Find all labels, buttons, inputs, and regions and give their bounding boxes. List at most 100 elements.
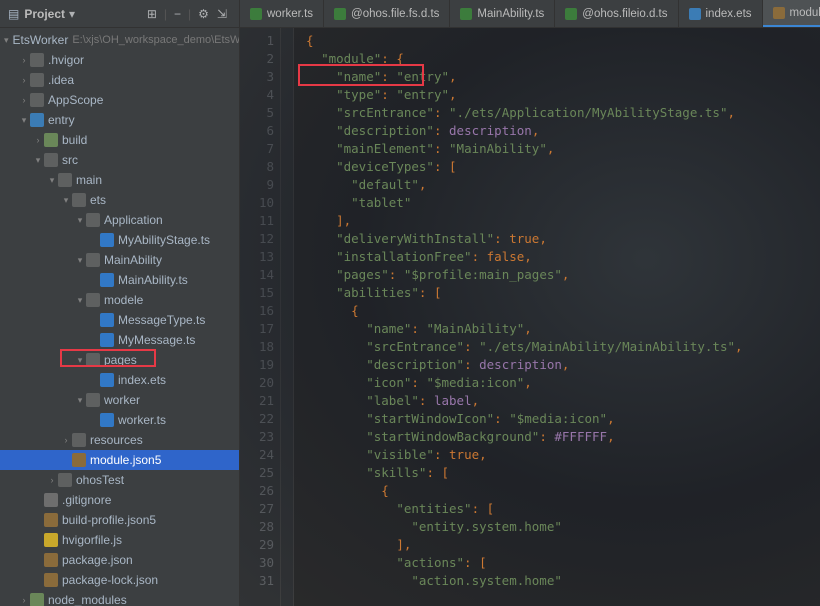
code-line-30[interactable]: "actions": [: [306, 554, 820, 572]
expand-arrow-icon[interactable]: ▾: [74, 355, 86, 366]
tree-node-module-json5[interactable]: module.json5: [0, 450, 239, 470]
project-dropdown-icon[interactable]: ▾: [65, 7, 79, 21]
editor-area[interactable]: 1234567891011121314151617181920212223242…: [240, 28, 820, 606]
tree-node-ets[interactable]: ▾ets: [0, 190, 239, 210]
tree-node-build-profile-json5[interactable]: build-profile.json5: [0, 510, 239, 530]
code-line-26[interactable]: {: [306, 482, 820, 500]
tree-node-mainability-ts[interactable]: MainAbility.ts: [0, 270, 239, 290]
expand-arrow-icon[interactable]: ›: [18, 95, 30, 105]
tree-node-ohostest[interactable]: ›ohosTest: [0, 470, 239, 490]
expand-arrow-icon[interactable]: ›: [18, 55, 30, 65]
tree-node-src[interactable]: ▾ src: [0, 150, 239, 170]
code-line-14[interactable]: "pages": "$profile:main_pages",: [306, 266, 820, 284]
tree-node-application[interactable]: ▾Application: [0, 210, 239, 230]
editor-tab-0[interactable]: worker.ts: [240, 0, 324, 27]
code-line-18[interactable]: "srcEntrance": "./ets/MainAbility/MainAb…: [306, 338, 820, 356]
code-line-2[interactable]: "module": {: [306, 50, 820, 68]
editor-tab-5[interactable]: module.json5: [763, 0, 820, 27]
code-line-20[interactable]: "icon": "$media:icon",: [306, 374, 820, 392]
tab-label: @ohos.fileio.d.ts: [582, 8, 667, 20]
code-line-24[interactable]: "visible": true,: [306, 446, 820, 464]
code-line-8[interactable]: "deviceTypes": [: [306, 158, 820, 176]
code-line-25[interactable]: "skills": [: [306, 464, 820, 482]
code-line-4[interactable]: "type": "entry",: [306, 86, 820, 104]
project-tree[interactable]: ▾EtsWorkerE:\xjs\OH_workspace_demo\EtsWo…: [0, 28, 239, 606]
tree-node-resources[interactable]: ›resources: [0, 430, 239, 450]
code-line-31[interactable]: "action.system.home": [306, 572, 820, 590]
tree-node-myabilitystage-ts[interactable]: MyAbilityStage.ts: [0, 230, 239, 250]
expand-arrow-icon[interactable]: ▾: [46, 175, 58, 186]
expand-arrow-icon[interactable]: ▾: [74, 295, 86, 306]
expand-arrow-icon[interactable]: ▾: [74, 395, 86, 406]
code-line-1[interactable]: {: [306, 32, 820, 50]
expand-arrow-icon[interactable]: ▾: [74, 215, 86, 226]
code-line-6[interactable]: "description": description,: [306, 122, 820, 140]
code-editor[interactable]: { "module": { "name": "entry", "type": "…: [294, 28, 820, 606]
expand-arrow-icon[interactable]: ›: [46, 475, 58, 485]
editor-tab-2[interactable]: MainAbility.ts: [450, 0, 555, 27]
tab-label: MainAbility.ts: [477, 8, 544, 20]
code-line-13[interactable]: "installationFree": false,: [306, 248, 820, 266]
expand-arrow-icon[interactable]: ›: [18, 595, 30, 605]
expand-arrow-icon[interactable]: ›: [32, 135, 44, 145]
tree-label: .gitignore: [62, 493, 111, 507]
code-line-27[interactable]: "entities": [: [306, 500, 820, 518]
tree-node-mainability[interactable]: ▾MainAbility: [0, 250, 239, 270]
code-line-15[interactable]: "abilities": [: [306, 284, 820, 302]
code-line-11[interactable]: ],: [306, 212, 820, 230]
code-line-10[interactable]: "tablet": [306, 194, 820, 212]
tree-node-pages[interactable]: ▾pages: [0, 350, 239, 370]
expand-arrow-icon[interactable]: ▾: [60, 195, 72, 206]
code-line-22[interactable]: "startWindowIcon": "$media:icon",: [306, 410, 820, 428]
tree-node--idea[interactable]: ›.idea: [0, 70, 239, 90]
fold-bar[interactable]: [280, 28, 294, 606]
code-line-12[interactable]: "deliveryWithInstall": true,: [306, 230, 820, 248]
tree-node-appscope[interactable]: ›AppScope: [0, 90, 239, 110]
code-line-16[interactable]: {: [306, 302, 820, 320]
expand-arrow-icon[interactable]: ›: [18, 75, 30, 85]
editor-tab-1[interactable]: @ohos.file.fs.d.ts: [324, 0, 450, 27]
tree-node-entry[interactable]: ▾entry: [0, 110, 239, 130]
panel-settings-icon[interactable]: ⚙: [194, 7, 213, 21]
tree-node-package-lock-json[interactable]: package-lock.json: [0, 570, 239, 590]
tree-node-node-modules[interactable]: ›node_modules: [0, 590, 239, 606]
tree-label: MyMessage.ts: [118, 333, 195, 347]
code-line-29[interactable]: ],: [306, 536, 820, 554]
code-line-19[interactable]: "description": description,: [306, 356, 820, 374]
tree-node-hvigorfile-js[interactable]: hvigorfile.js: [0, 530, 239, 550]
tree-node-main[interactable]: ▾main: [0, 170, 239, 190]
line-number: 23: [240, 428, 274, 446]
expand-arrow-icon[interactable]: ▾: [32, 155, 44, 166]
tree-node-index-ets[interactable]: index.ets: [0, 370, 239, 390]
code-line-9[interactable]: "default",: [306, 176, 820, 194]
tree-node-worker-ts[interactable]: worker.ts: [0, 410, 239, 430]
code-line-5[interactable]: "srcEntrance": "./ets/Application/MyAbil…: [306, 104, 820, 122]
code-line-17[interactable]: "name": "MainAbility",: [306, 320, 820, 338]
code-line-23[interactable]: "startWindowBackground": #FFFFFF,: [306, 428, 820, 446]
editor-tab-3[interactable]: @ohos.fileio.d.ts: [555, 0, 678, 27]
json-icon: [72, 453, 86, 467]
tree-node-etsworker[interactable]: ▾EtsWorkerE:\xjs\OH_workspace_demo\EtsWo…: [0, 30, 239, 50]
expand-arrow-icon[interactable]: ▾: [18, 115, 30, 126]
tree-node-mymessage-ts[interactable]: MyMessage.ts: [0, 330, 239, 350]
tree-node-modele[interactable]: ▾modele: [0, 290, 239, 310]
editor-tab-4[interactable]: index.ets: [679, 0, 763, 27]
tree-node-messagetype-ts[interactable]: MessageType.ts: [0, 310, 239, 330]
code-line-3[interactable]: "name": "entry",: [306, 68, 820, 86]
tree-node-worker[interactable]: ▾worker: [0, 390, 239, 410]
tree-label: src: [62, 153, 78, 167]
expand-arrow-icon[interactable]: ▾: [4, 35, 9, 46]
folder-icon: [58, 473, 72, 487]
code-line-7[interactable]: "mainElement": "MainAbility",: [306, 140, 820, 158]
hide-panel-icon[interactable]: ⇲: [213, 7, 231, 21]
expand-arrow-icon[interactable]: ›: [60, 435, 72, 445]
collapse-all-icon[interactable]: −: [170, 7, 185, 21]
tree-node-package-json[interactable]: package.json: [0, 550, 239, 570]
tree-node--hvigor[interactable]: ›.hvigor: [0, 50, 239, 70]
code-line-21[interactable]: "label": label,: [306, 392, 820, 410]
code-line-28[interactable]: "entity.system.home": [306, 518, 820, 536]
tree-node-build[interactable]: ›build: [0, 130, 239, 150]
expand-arrow-icon[interactable]: ▾: [74, 255, 86, 266]
select-opened-icon[interactable]: ⊞: [143, 7, 161, 21]
tree-node--gitignore[interactable]: .gitignore: [0, 490, 239, 510]
